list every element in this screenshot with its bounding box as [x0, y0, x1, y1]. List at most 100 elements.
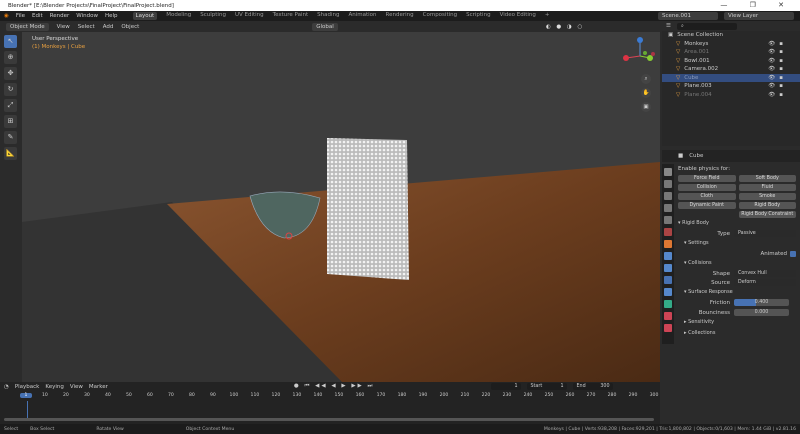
physics-dynamic-paint-button[interactable]: Dynamic Paint — [678, 202, 736, 209]
outliner-item[interactable]: ▽ Cube 👁 ▪ — [662, 73, 800, 82]
menu-help[interactable]: Help — [105, 13, 118, 19]
workspace-tab[interactable]: Layout — [132, 12, 158, 20]
outliner-item[interactable]: ▽ Area.001 👁 ▪ — [662, 48, 800, 57]
visibility-icon[interactable]: 👁 — [768, 66, 775, 72]
view-layer-selector[interactable]: View Layer — [724, 12, 794, 20]
animated-checkbox[interactable] — [790, 250, 796, 257]
workspace-tab[interactable]: Video Editing — [500, 12, 536, 20]
object-menu[interactable]: Object — [121, 24, 139, 30]
visibility-icon[interactable]: 👁 — [768, 92, 775, 98]
surface-response-panel[interactable]: ▾ Surface Response — [678, 287, 796, 298]
workspace-tab[interactable]: Sculpting — [200, 12, 226, 20]
modifier-tab-icon[interactable] — [664, 252, 672, 260]
scene-collection-row[interactable]: ▣ Scene Collection — [662, 31, 800, 40]
scene-selector[interactable]: Scene.001 — [658, 12, 718, 20]
bounciness-slider[interactable]: 0.000 — [734, 309, 789, 316]
render-icon[interactable]: ▪ — [779, 41, 783, 47]
move-tool-icon[interactable]: ✥ — [4, 67, 17, 80]
workspace-tab[interactable]: + — [545, 12, 550, 20]
tool-tab-icon[interactable] — [664, 168, 672, 176]
blender-logo-icon[interactable]: ◉ — [4, 13, 9, 19]
workspace-tab[interactable]: Compositing — [423, 12, 457, 20]
3d-viewport[interactable]: User Perspective (1) Monkeys | Cube ⌕ ✋ … — [22, 32, 660, 382]
visibility-icon[interactable]: 👁 — [768, 83, 775, 89]
view-layer-tab-icon[interactable] — [664, 204, 672, 212]
add-menu[interactable]: Add — [103, 24, 114, 30]
playback-controls[interactable]: ● ⏮ ◀◀ ◀ ▶ ▶▶ ⏭ — [294, 383, 375, 390]
shading-buttons[interactable]: ◐ ● ◑ ○ — [546, 24, 584, 30]
current-frame-field[interactable]: 1 — [490, 383, 521, 390]
physics-soft-body-button[interactable]: Soft Body — [738, 175, 796, 182]
shape-dropdown[interactable]: Convex Hull — [734, 270, 796, 277]
visibility-icon[interactable]: 👁 — [768, 49, 775, 55]
select-menu[interactable]: Select — [78, 24, 95, 30]
keying-menu[interactable]: Keying — [45, 384, 63, 390]
constraints-tab-icon[interactable] — [664, 288, 672, 296]
measure-tool-icon[interactable]: 📐 — [4, 147, 17, 160]
friction-slider[interactable]: 0.400 — [734, 299, 789, 306]
visibility-icon[interactable]: 👁 — [768, 41, 775, 47]
data-tab-icon[interactable] — [664, 300, 672, 308]
filter-icon[interactable]: ☰ — [666, 23, 671, 29]
world-tab-icon[interactable] — [664, 228, 672, 236]
view-menu[interactable]: View — [57, 24, 70, 30]
transform-tool-icon[interactable]: ⊞ — [4, 115, 17, 128]
physics-rigid-body-button[interactable]: Rigid Body — [738, 202, 796, 209]
object-tab-icon[interactable] — [664, 240, 672, 248]
physics-fluid-button[interactable]: Fluid — [738, 184, 796, 191]
workspace-tab[interactable]: Shading — [317, 12, 339, 20]
sensitivity-panel[interactable]: ▸ Sensitivity — [678, 317, 796, 328]
collections-panel[interactable]: ▸ Collections — [678, 328, 796, 339]
window-controls[interactable]: — ❐ ✕ — [720, 1, 794, 9]
scale-tool-icon[interactable]: ⤢ — [4, 99, 17, 112]
navigation-gizmo[interactable] — [620, 36, 660, 76]
output-tab-icon[interactable] — [664, 192, 672, 200]
physics-tab-icon[interactable] — [664, 276, 672, 284]
outliner-item[interactable]: ▽ Plane.004 👁 ▪ — [662, 91, 800, 100]
start-frame-field[interactable]: Start 1 — [526, 383, 567, 390]
visibility-icon[interactable]: 👁 — [768, 75, 775, 81]
timeline[interactable]: ◔ Playback Keying View Marker ● ⏮ ◀◀ ◀ ▶… — [0, 382, 660, 424]
rigid-body-panel[interactable]: ▾ Rigid Body — [678, 218, 796, 229]
workspace-tab[interactable]: Scripting — [466, 12, 490, 20]
menu-render[interactable]: Render — [50, 13, 70, 19]
end-frame-field[interactable]: End 300 — [572, 383, 613, 390]
workspace-tab[interactable]: Modeling — [166, 12, 191, 20]
rotate-tool-icon[interactable]: ↻ — [4, 83, 17, 96]
source-dropdown[interactable]: Deform — [734, 279, 796, 286]
render-icon[interactable]: ▪ — [779, 66, 783, 72]
render-icon[interactable]: ▪ — [779, 83, 783, 89]
physics-smoke-button[interactable]: Smoke — [738, 193, 796, 200]
object-mode-dropdown[interactable]: Object Mode — [6, 22, 49, 31]
settings-panel[interactable]: ▾ Settings — [678, 238, 796, 249]
render-icon[interactable]: ▪ — [779, 92, 783, 98]
menu-file[interactable]: File — [16, 13, 25, 19]
scene-tab-icon[interactable] — [664, 216, 672, 224]
zoom-icon[interactable]: ⌕ — [641, 74, 651, 84]
marker-menu[interactable]: Marker — [89, 384, 108, 390]
render-icon[interactable]: ▪ — [779, 58, 783, 64]
camera-view-icon[interactable]: ▣ — [641, 102, 651, 112]
workspace-tab[interactable]: Rendering — [386, 12, 414, 20]
annotate-tool-icon[interactable]: ✎ — [4, 131, 17, 144]
timeline-view-menu[interactable]: View — [70, 384, 83, 390]
outliner-item[interactable]: ▽ Camera.002 👁 ▪ — [662, 65, 800, 74]
physics-rigid-body-constraint-button[interactable]: Rigid Body Constraint — [738, 211, 796, 218]
visibility-icon[interactable]: 👁 — [768, 58, 775, 64]
workspace-tab[interactable]: UV Editing — [235, 12, 264, 20]
render-icon[interactable]: ▪ — [779, 75, 783, 81]
timeline-scrollbar[interactable] — [4, 418, 654, 421]
menu-edit[interactable]: Edit — [32, 13, 43, 19]
menu-window[interactable]: Window — [76, 13, 98, 19]
physics-collision-button[interactable]: Collision — [678, 184, 736, 191]
outliner-search[interactable]: ⌕ — [676, 22, 737, 30]
pan-icon[interactable]: ✋ — [641, 88, 651, 98]
orientation-dropdown[interactable]: Global — [312, 22, 338, 31]
physics-cloth-button[interactable]: Cloth — [678, 193, 736, 200]
particles-tab-icon[interactable] — [664, 264, 672, 272]
collisions-panel[interactable]: ▾ Collisions — [678, 258, 796, 269]
texture-tab-icon[interactable] — [664, 324, 672, 332]
render-icon[interactable]: ▪ — [779, 49, 783, 55]
type-dropdown[interactable]: Passive — [734, 230, 796, 237]
workspace-tab[interactable]: Texture Paint — [273, 12, 309, 20]
